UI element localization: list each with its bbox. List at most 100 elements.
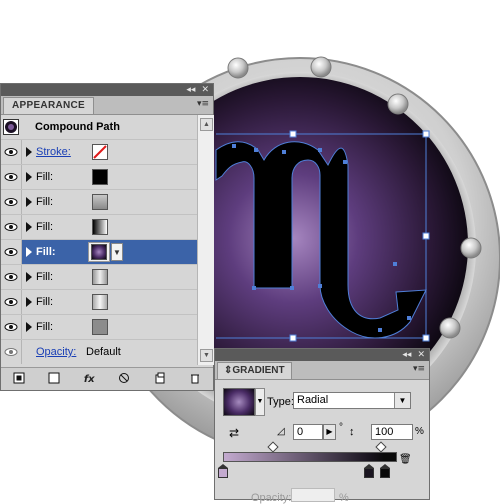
anchor-point [378, 328, 382, 332]
collapse-panel-button[interactable]: ◂◂ [186, 84, 195, 96]
bbox-handle[interactable] [289, 334, 297, 342]
new-stroke-icon[interactable] [13, 372, 25, 387]
fill-swatch[interactable] [92, 194, 108, 210]
stop-color [364, 468, 375, 478]
type-label: Type: [267, 396, 294, 408]
stroke-row[interactable]: Stroke: [1, 140, 197, 165]
stroke-label[interactable]: Stroke: [36, 146, 82, 158]
percent-sign: % [415, 426, 424, 437]
bolt [227, 57, 249, 79]
expand-triangle-icon[interactable] [26, 272, 32, 282]
fill-label[interactable]: Fill: [36, 296, 82, 308]
chevron-down-icon[interactable]: ▼ [394, 393, 410, 408]
fill-label[interactable]: Fill: [36, 321, 82, 333]
angle-dropdown-icon[interactable]: ▶ [323, 424, 336, 440]
duplicate-icon[interactable] [154, 372, 166, 387]
fill-swatch[interactable] [92, 269, 108, 285]
fill-row-selected[interactable]: Fill: ▼ [1, 240, 197, 265]
visibility-eye-icon[interactable] [1, 290, 22, 314]
bbox-handle[interactable] [422, 334, 430, 342]
gradient-type-select[interactable]: Radial ▼ [293, 392, 411, 409]
object-row[interactable]: Compound Path [1, 115, 197, 140]
fill-row[interactable]: Fill: [1, 265, 197, 290]
visibility-eye-icon[interactable] [1, 140, 22, 164]
swatch-dropdown-icon[interactable]: ▼ [111, 243, 123, 261]
aspect-ratio-input[interactable]: 100 [371, 424, 413, 440]
fill-row[interactable]: Fill: [1, 315, 197, 340]
expand-triangle-icon[interactable] [26, 172, 32, 182]
visibility-eye-icon[interactable] [1, 315, 22, 339]
appearance-scrollbar[interactable]: ▲ ▼ [197, 115, 214, 365]
appearance-panel: ◂◂ ✕ APPEARANCE ▾≡ Compound Path Stroke: [0, 83, 214, 391]
fill-swatch[interactable] [92, 219, 108, 235]
fx-icon[interactable]: fx [84, 374, 95, 385]
clear-icon[interactable] [118, 372, 130, 387]
visibility-eye-icon[interactable] [1, 340, 22, 364]
angle-input[interactable]: 0 [293, 424, 323, 440]
scroll-down-arrow-icon[interactable]: ▼ [200, 349, 213, 362]
expand-triangle-icon[interactable] [26, 197, 32, 207]
bbox-handle[interactable] [422, 130, 430, 138]
gradient-midpoint[interactable] [267, 441, 279, 453]
delete-stop-icon[interactable]: 🗑 [399, 454, 412, 465]
close-panel-button[interactable]: ✕ [417, 349, 425, 361]
visibility-eye-icon[interactable] [1, 240, 22, 264]
expand-triangle-icon[interactable] [26, 322, 32, 332]
gradient-stop[interactable] [218, 464, 228, 478]
gradient-stop[interactable] [364, 464, 375, 478]
fill-label[interactable]: Fill: [36, 271, 82, 283]
fill-label[interactable]: Fill: [36, 171, 82, 183]
anchor-point [407, 316, 411, 320]
gradient-stop[interactable] [379, 464, 390, 478]
fill-swatch[interactable] [92, 169, 108, 185]
close-panel-button[interactable]: ✕ [201, 84, 209, 96]
expand-triangle-icon[interactable] [26, 147, 32, 157]
visibility-eye-icon[interactable] [1, 190, 22, 214]
expand-triangle-icon[interactable] [26, 222, 32, 232]
gradient-preview-swatch[interactable] [223, 388, 255, 416]
expand-triangle-icon[interactable] [26, 247, 32, 257]
fill-swatch[interactable] [92, 294, 108, 310]
tab-gradient[interactable]: ⇕GRADIENT [217, 362, 292, 379]
fill-row[interactable]: Fill: [1, 190, 197, 215]
visibility-eye-icon[interactable] [1, 215, 22, 239]
fill-swatch[interactable] [92, 319, 108, 335]
anchor-point [254, 148, 258, 152]
gradient-titlebar[interactable]: ◂◂ ✕ [215, 349, 429, 361]
bolt [310, 56, 332, 78]
stop-color [218, 468, 228, 478]
fill-label[interactable]: Fill: [36, 221, 82, 233]
trash-icon[interactable] [189, 372, 201, 387]
degree-sign: ° [339, 422, 343, 433]
collapse-panel-button[interactable]: ◂◂ [402, 349, 411, 361]
visibility-eye-icon[interactable] [1, 265, 22, 289]
stroke-swatch[interactable] [92, 144, 108, 160]
bbox-handle[interactable] [289, 130, 297, 138]
gradient-preset-dropdown-icon[interactable]: ▼ [255, 388, 265, 416]
fill-row[interactable]: Fill: [1, 290, 197, 315]
fill-row[interactable]: Fill: [1, 215, 197, 240]
new-fill-icon[interactable] [48, 372, 60, 387]
fill-swatch[interactable] [91, 244, 107, 260]
gradient-midpoint[interactable] [374, 441, 387, 453]
gradient-slider-bar[interactable] [223, 452, 397, 462]
appearance-titlebar[interactable]: ◂◂ ✕ [1, 84, 213, 96]
bolt [460, 237, 482, 259]
opacity-label[interactable]: Opacity: [36, 346, 86, 358]
panel-menu-button[interactable]: ▾≡ [413, 364, 425, 374]
fill-row[interactable]: Fill: [1, 165, 197, 190]
gradient-type-value: Radial [297, 394, 329, 406]
anchor-point [318, 284, 322, 288]
stop-color [379, 468, 390, 478]
panel-menu-button[interactable]: ▾≡ [197, 99, 209, 109]
expand-triangle-icon[interactable] [26, 297, 32, 307]
bbox-handle[interactable] [422, 232, 430, 240]
opacity-row[interactable]: Opacity: Default [1, 340, 197, 364]
fill-label[interactable]: Fill: [36, 196, 82, 208]
tab-appearance[interactable]: APPEARANCE [3, 97, 95, 114]
scroll-up-arrow-icon[interactable]: ▲ [200, 118, 213, 131]
visibility-eye-icon[interactable] [1, 165, 22, 189]
reverse-gradient-icon[interactable]: ⇄ [229, 426, 239, 440]
fill-label[interactable]: Fill: [36, 246, 82, 258]
fill-swatch-frame[interactable] [88, 242, 110, 262]
